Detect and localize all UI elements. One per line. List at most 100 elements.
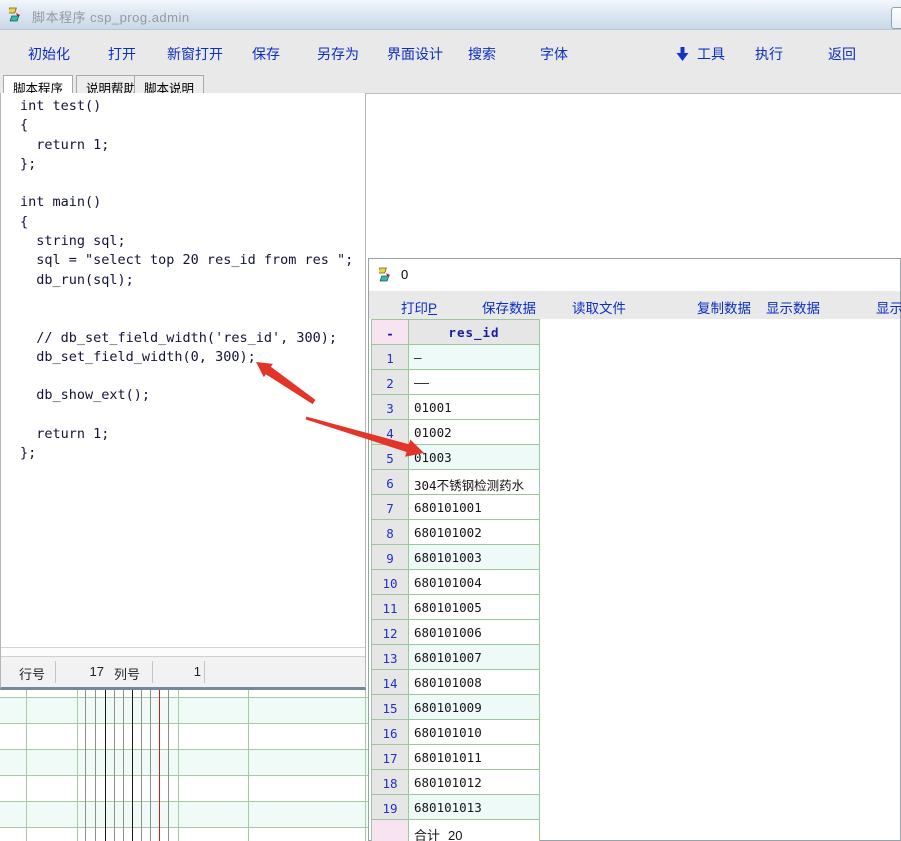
- search-button[interactable]: 搜索: [468, 44, 496, 64]
- save-button[interactable]: 保存: [252, 44, 280, 64]
- line-number-label: 行号: [19, 664, 45, 683]
- data-cell[interactable]: —: [409, 345, 540, 370]
- result-table: -res_id1—2——3010014010025010036304不锈钢检测药…: [371, 319, 540, 841]
- init-button[interactable]: 初始化: [28, 44, 70, 64]
- table-row: 17680101011: [372, 745, 540, 770]
- row-number-cell[interactable]: 2: [372, 370, 409, 395]
- row-number-cell[interactable]: 13: [372, 645, 409, 670]
- ui-design-button[interactable]: 界面设计: [387, 44, 443, 64]
- column-header-cell[interactable]: res_id: [409, 320, 540, 345]
- grid-line: [159, 690, 160, 841]
- row-number-cell[interactable]: 16: [372, 720, 409, 745]
- data-cell[interactable]: 680101007: [409, 645, 540, 670]
- code-text[interactable]: int test() { return 1; }; int main() { s…: [1, 93, 365, 647]
- table-row: 19680101013: [372, 795, 540, 820]
- window-control-button[interactable]: [891, 7, 901, 29]
- execute-button[interactable]: 执行: [755, 44, 783, 64]
- row-number-cell[interactable]: 3: [372, 395, 409, 420]
- data-cell[interactable]: ——: [409, 370, 540, 395]
- data-cell[interactable]: 680101003: [409, 545, 540, 570]
- row-number-cell[interactable]: 7: [372, 495, 409, 520]
- grid-line: [132, 690, 133, 841]
- tab-bar: 脚本程序 说明帮助 脚本说明: [0, 75, 901, 94]
- column-number-label: 列号: [114, 664, 140, 683]
- tab-script-notes[interactable]: 脚本说明: [134, 75, 204, 94]
- tools-button[interactable]: 工具: [697, 44, 725, 64]
- show-partial-button[interactable]: 显示: [876, 297, 901, 317]
- data-cell[interactable]: 304不锈钢检测药水: [409, 470, 540, 495]
- screen: 脚本程序 csp_prog.admin 初始化 打开 新窗打开 保存 另存为 界…: [0, 0, 901, 841]
- row-number-cell[interactable]: 17: [372, 745, 409, 770]
- statusbar-divider: [152, 661, 153, 683]
- data-cell[interactable]: 680101001: [409, 495, 540, 520]
- font-button[interactable]: 字体: [540, 44, 568, 64]
- app-icon: [379, 266, 397, 284]
- statusbar-divider: [204, 661, 205, 683]
- tab-script-program[interactable]: 脚本程序: [3, 75, 73, 95]
- row-number-cell[interactable]: 8: [372, 520, 409, 545]
- row-number-cell[interactable]: 6: [372, 470, 409, 495]
- grid-line: [95, 690, 96, 841]
- print-button[interactable]: 打印P: [401, 297, 437, 317]
- data-cell[interactable]: 680101005: [409, 595, 540, 620]
- grid-line: [248, 690, 249, 841]
- data-cell[interactable]: 680101004: [409, 570, 540, 595]
- window-title: 脚本程序 csp_prog.admin: [32, 7, 190, 26]
- corner-header-cell[interactable]: -: [372, 320, 409, 345]
- show-data-button[interactable]: 显示数据: [766, 297, 820, 317]
- result-toolbar: 打印P 保存数据 读取文件 复制数据 显示数据 显示: [369, 291, 900, 319]
- save-as-button[interactable]: 另存为: [317, 44, 359, 64]
- table-row: 11680101005: [372, 595, 540, 620]
- data-cell[interactable]: 680101009: [409, 695, 540, 720]
- table-row: 1—: [372, 345, 540, 370]
- grid-line: [168, 690, 169, 841]
- table-row: 16680101010: [372, 720, 540, 745]
- data-cell[interactable]: 680101002: [409, 520, 540, 545]
- row-number-cell[interactable]: 5: [372, 445, 409, 470]
- table-row: 12680101006: [372, 620, 540, 645]
- main-toolbar: 初始化 打开 新窗打开 保存 另存为 界面设计 搜索 字体 工具 执行 返回: [0, 30, 901, 75]
- open-button[interactable]: 打开: [108, 44, 136, 64]
- return-button[interactable]: 返回: [828, 44, 856, 64]
- data-cell[interactable]: 680101010: [409, 720, 540, 745]
- table-row: 9680101003: [372, 545, 540, 570]
- data-cell[interactable]: 01001: [409, 395, 540, 420]
- data-cell[interactable]: 01002: [409, 420, 540, 445]
- table-row: 15680101009: [372, 695, 540, 720]
- row-number-cell[interactable]: 14: [372, 670, 409, 695]
- horizontal-scrollbar[interactable]: [1, 647, 365, 657]
- ledger-grid-background: [0, 690, 368, 841]
- table-total-row: 合计20: [372, 820, 540, 841]
- grid-line: [26, 690, 27, 841]
- row-number-cell[interactable]: 19: [372, 795, 409, 820]
- data-cell[interactable]: 680101012: [409, 770, 540, 795]
- data-cell[interactable]: 680101006: [409, 620, 540, 645]
- grid-line: [141, 690, 142, 841]
- row-number-cell[interactable]: 15: [372, 695, 409, 720]
- grid-line: [123, 690, 124, 841]
- row-number-cell[interactable]: 1: [372, 345, 409, 370]
- result-window-titlebar: 0: [369, 259, 900, 291]
- save-data-button[interactable]: 保存数据: [482, 297, 536, 317]
- read-file-button[interactable]: 读取文件: [572, 297, 626, 317]
- open-new-window-button[interactable]: 新窗打开: [167, 44, 223, 64]
- result-window: 0 打印P 保存数据 读取文件 复制数据 显示数据 显示 -res_id1—2—…: [368, 258, 901, 841]
- row-number-cell[interactable]: 18: [372, 770, 409, 795]
- table-row: 8680101002: [372, 520, 540, 545]
- total-value: 20: [448, 828, 462, 841]
- data-cell[interactable]: 680101011: [409, 745, 540, 770]
- row-number-cell[interactable]: 12: [372, 620, 409, 645]
- row-number-cell[interactable]: 4: [372, 420, 409, 445]
- table-row: 401002: [372, 420, 540, 445]
- data-cell[interactable]: 01003: [409, 445, 540, 470]
- app-icon: [9, 6, 27, 24]
- row-number-cell[interactable]: 11: [372, 595, 409, 620]
- table-row: 301001: [372, 395, 540, 420]
- grid-line: [85, 690, 86, 841]
- copy-data-button[interactable]: 复制数据: [697, 297, 751, 317]
- data-cell[interactable]: 680101013: [409, 795, 540, 820]
- result-window-title: 0: [401, 267, 408, 282]
- row-number-cell[interactable]: 9: [372, 545, 409, 570]
- row-number-cell[interactable]: 10: [372, 570, 409, 595]
- data-cell[interactable]: 680101008: [409, 670, 540, 695]
